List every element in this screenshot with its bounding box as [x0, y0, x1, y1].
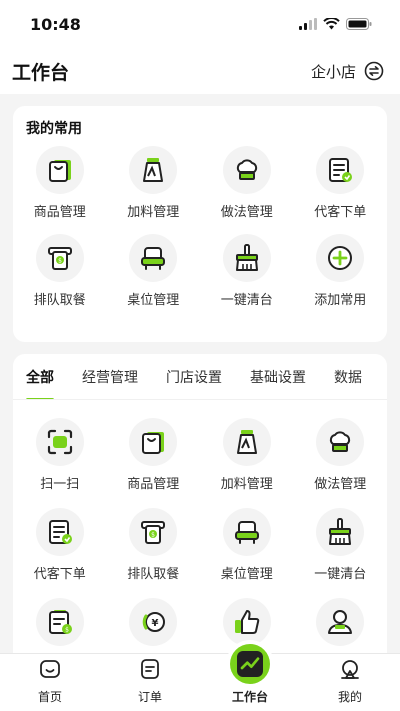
add-icon	[316, 234, 365, 282]
category-tabs: 全部 经营管理 门店设置 基础设置 数据	[13, 354, 387, 400]
favorites-item[interactable]: 做法管理	[200, 146, 294, 220]
signal-icon	[299, 18, 317, 30]
thumbs-up-icon	[222, 598, 271, 646]
favorites-item[interactable]: 一键清台	[200, 234, 294, 308]
all-item[interactable]: 扫一扫	[13, 418, 107, 492]
all-item[interactable]: 代客下单	[13, 508, 107, 582]
user-icon	[316, 598, 365, 646]
order-icon	[138, 657, 162, 685]
refund-icon: ¥	[129, 598, 178, 646]
all-item[interactable]: 桌位管理	[200, 508, 294, 582]
all-item-label: 扫一扫	[40, 477, 80, 492]
svg-text:$: $	[151, 532, 155, 539]
all-item[interactable]: 商品管理	[107, 418, 201, 492]
order-list-icon	[316, 146, 365, 194]
bottom-tab-bar: 首页 订单 工作台 我的	[0, 644, 400, 711]
tabbar-item-workbench[interactable]: 工作台	[200, 644, 300, 711]
tabbar-label: 订单	[137, 690, 162, 704]
svg-text:$: $	[65, 626, 69, 633]
broom-icon	[316, 508, 365, 556]
all-item-label: 一键清台	[314, 567, 367, 582]
cup-icon	[222, 418, 271, 466]
all-item[interactable]: 做法管理	[294, 418, 388, 492]
all-item-label: 排队取餐	[127, 567, 180, 582]
all-item-label: 做法管理	[314, 477, 367, 492]
all-item[interactable]	[294, 598, 388, 653]
chef-hat-icon	[316, 418, 365, 466]
tabs-fade	[359, 354, 387, 399]
tab-category-2[interactable]: 门店设置	[166, 354, 222, 399]
tabbar-item-home[interactable]: 首页	[0, 654, 100, 711]
scan-icon	[35, 418, 84, 466]
tabbar-label: 首页	[37, 690, 62, 704]
tabbar-label: 工作台	[231, 690, 268, 704]
favorites-grid: 商品管理 加料管理 做法管理 代客下单 $ 排队取餐 桌位管理 一键清台 添加常用	[13, 146, 387, 308]
page-title: 工作台	[12, 61, 70, 84]
favorites-item-label: 添加常用	[314, 293, 367, 308]
favorites-item-label: 商品管理	[33, 205, 86, 220]
svg-text:¥: ¥	[152, 618, 159, 629]
favorites-item-label: 加料管理	[127, 205, 180, 220]
wifi-icon	[323, 18, 340, 30]
tab-category-4[interactable]: 数据	[334, 354, 362, 399]
ticket-icon: $	[129, 508, 178, 556]
bag-icon	[129, 418, 178, 466]
status-icons	[299, 18, 372, 30]
all-item-label: 代客下单	[33, 567, 86, 582]
all-item[interactable]: 加料管理	[200, 418, 294, 492]
favorites-item[interactable]: 代客下单	[294, 146, 388, 220]
status-bar: 10:48	[0, 0, 400, 48]
favorites-card: 我的常用 商品管理 加料管理 做法管理 代客下单 $ 排队取餐 桌位管理 一键清台 添加常用	[13, 106, 387, 342]
home-icon	[38, 657, 62, 685]
favorites-item[interactable]: 加料管理	[107, 146, 201, 220]
svg-text:$: $	[58, 258, 62, 265]
favorites-title: 我的常用	[26, 121, 82, 137]
favorites-item[interactable]: $ 排队取餐	[13, 234, 107, 308]
favorites-item-label: 做法管理	[220, 205, 273, 220]
favorites-item-label: 一键清台	[220, 293, 273, 308]
tab-all[interactable]: 全部	[26, 354, 54, 399]
bill-icon: $	[35, 598, 84, 646]
all-functions-grid: 扫一扫 商品管理 加料管理 做法管理代客下单 $ 排队取餐 桌位管理 一键清台 $ ¥	[13, 400, 387, 653]
tabbar-label: 我的	[337, 690, 362, 704]
tabbar-item-order[interactable]: 订单	[100, 654, 200, 711]
ticket-icon: $	[35, 234, 84, 282]
favorites-item[interactable]: 添加常用	[294, 234, 388, 308]
all-item-label: 商品管理	[127, 477, 180, 492]
chef-hat-icon	[222, 146, 271, 194]
all-item[interactable]: $	[13, 598, 107, 653]
swap-icon	[364, 61, 384, 81]
page-header: 工作台 企小店	[0, 48, 400, 94]
all-item[interactable]: $ 排队取餐	[107, 508, 201, 582]
bag-icon	[35, 146, 84, 194]
status-time: 10:48	[30, 14, 81, 34]
tab-category-3[interactable]: 基础设置	[250, 354, 306, 399]
favorites-item[interactable]: 商品管理	[13, 146, 107, 220]
seat-icon	[222, 508, 271, 556]
tabbar-item-profile[interactable]: 我的	[300, 654, 400, 711]
all-item[interactable]: 一键清台	[294, 508, 388, 582]
tab-category-1[interactable]: 经营管理	[82, 354, 138, 399]
all-item-label: 加料管理	[220, 477, 273, 492]
all-item[interactable]: ¥	[107, 598, 201, 653]
profile-icon	[338, 657, 362, 685]
favorites-item[interactable]: 桌位管理	[107, 234, 201, 308]
store-switcher[interactable]: 企小店	[311, 61, 384, 82]
store-name: 企小店	[310, 62, 356, 81]
favorites-item-label: 桌位管理	[127, 293, 180, 308]
battery-icon	[346, 18, 372, 30]
all-functions-card: 全部 经营管理 门店设置 基础设置 数据 扫一扫 商品管理 加料管理 做法管理代客下单 $ 排队取…	[13, 354, 387, 674]
order-list-icon	[35, 508, 84, 556]
broom-icon	[222, 234, 271, 282]
cup-icon	[129, 146, 178, 194]
workbench-icon	[230, 644, 270, 684]
favorites-item-label: 代客下单	[314, 205, 367, 220]
all-item-label: 桌位管理	[220, 567, 273, 582]
favorites-item-label: 排队取餐	[33, 293, 86, 308]
seat-icon	[129, 234, 178, 282]
